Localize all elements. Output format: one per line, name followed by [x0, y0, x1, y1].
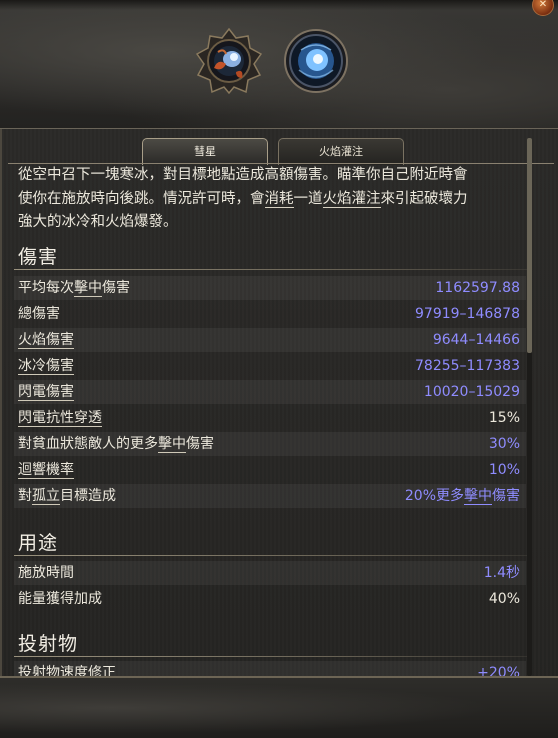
description-line: 使你在施放時向後跳。情況許可時，會消耗一道火焰灌注來引起破壞力 [18, 190, 468, 208]
tab-comet[interactable]: 彗星 [142, 138, 268, 165]
section-divider [14, 269, 532, 270]
stat-value: 30% [488, 436, 520, 452]
stat-value: 10% [488, 462, 520, 478]
skill-description: 從空中召下一塊寒冰，對目標地點造成高額傷害。瞄準你自己附近時會 使你在施放時向後… [18, 164, 528, 235]
stat-value: 78255–117383 [415, 358, 520, 374]
tooltip-tabs: 彗星 火焰灌注 [142, 138, 404, 165]
keyword-hit[interactable]: 擊中 [464, 488, 492, 505]
stat-row-isolated-damage: 對孤立目標造成 20%更多擊中傷害 [14, 484, 526, 508]
tooltip-bottom-frame [0, 676, 558, 738]
section-divider [14, 656, 532, 657]
stat-row-total-damage: 總傷害 97919–146878 [14, 302, 526, 326]
stat-value: 1162597.88 [435, 280, 520, 296]
comet-skill-icon[interactable] [196, 28, 262, 94]
keyword-fire-infusion[interactable]: 火焰灌注 [322, 190, 381, 208]
keyword-hit[interactable]: 擊中 [74, 280, 102, 297]
section-divider [14, 555, 532, 556]
section-title-utility: 用途 [18, 532, 59, 554]
stat-value: 9644–14466 [432, 332, 520, 348]
stat-row-cast-time: 施放時間 1.4秒 [14, 561, 526, 585]
fire-infusion-skill-icon[interactable] [283, 28, 349, 94]
stat-row-fire-damage: 火焰傷害 9644–14466 [14, 328, 526, 352]
scrollbar-thumb[interactable] [527, 138, 532, 353]
section-title-damage: 傷害 [18, 246, 59, 268]
keyword-hit[interactable]: 擊中 [158, 436, 186, 453]
stat-value: 40% [488, 591, 520, 607]
description-line: 從空中召下一塊寒冰，對目標地點造成高額傷害。瞄準你自己附近時會 [18, 167, 468, 183]
stat-row-lightning-penetration: 閃電抗性穿透 15% [14, 406, 526, 430]
tab-fire-infusion[interactable]: 火焰灌注 [278, 138, 404, 165]
tooltip-scrollbar[interactable] [527, 138, 532, 676]
stat-value: 15% [488, 410, 520, 426]
stat-row-echo-chance: 迴響機率 10% [14, 458, 526, 482]
keyword-echo[interactable]: 迴響機率 [18, 462, 74, 479]
skill-tooltip-panel: 彗星 火焰灌注 從空中召下一塊寒冰，對目標地點造成高額傷害。瞄準你自己附近時會 … [0, 129, 558, 685]
stat-value: 20%更多擊中傷害 [404, 488, 520, 505]
stat-row-average-hit-damage: 平均每次擊中傷害 1162597.88 [14, 276, 526, 300]
keyword-cold-damage[interactable]: 冰冷傷害 [18, 358, 74, 375]
stat-value: 10020–15029 [423, 384, 520, 400]
keyword-fire-damage[interactable]: 火焰傷害 [18, 332, 74, 349]
stat-row-cold-damage: 冰冷傷害 78255–117383 [14, 354, 526, 378]
stat-row-energy-gain: 能量獲得加成 40% [14, 587, 526, 611]
keyword-lightning-penetration[interactable]: 閃電抗性穿透 [18, 410, 102, 427]
keyword-lightning-damage[interactable]: 閃電傷害 [18, 384, 74, 401]
close-icon[interactable]: ✕ [532, 0, 554, 16]
description-line: 強大的冰冷和火焰爆發。 [18, 214, 178, 230]
stat-row-anemia-damage: 對貧血狀態敵人的更多擊中傷害 30% [14, 432, 526, 456]
keyword-isolated[interactable]: 孤立 [32, 488, 60, 505]
keyword-consume[interactable]: 消耗 [264, 190, 294, 208]
stat-row-lightning-damage: 閃電傷害 10020–15029 [14, 380, 526, 404]
stat-value: 97919–146878 [415, 306, 520, 322]
stat-value: 1.4秒 [483, 565, 520, 581]
section-title-projectile: 投射物 [18, 633, 79, 655]
skill-header-banner: ✕ [0, 0, 558, 129]
